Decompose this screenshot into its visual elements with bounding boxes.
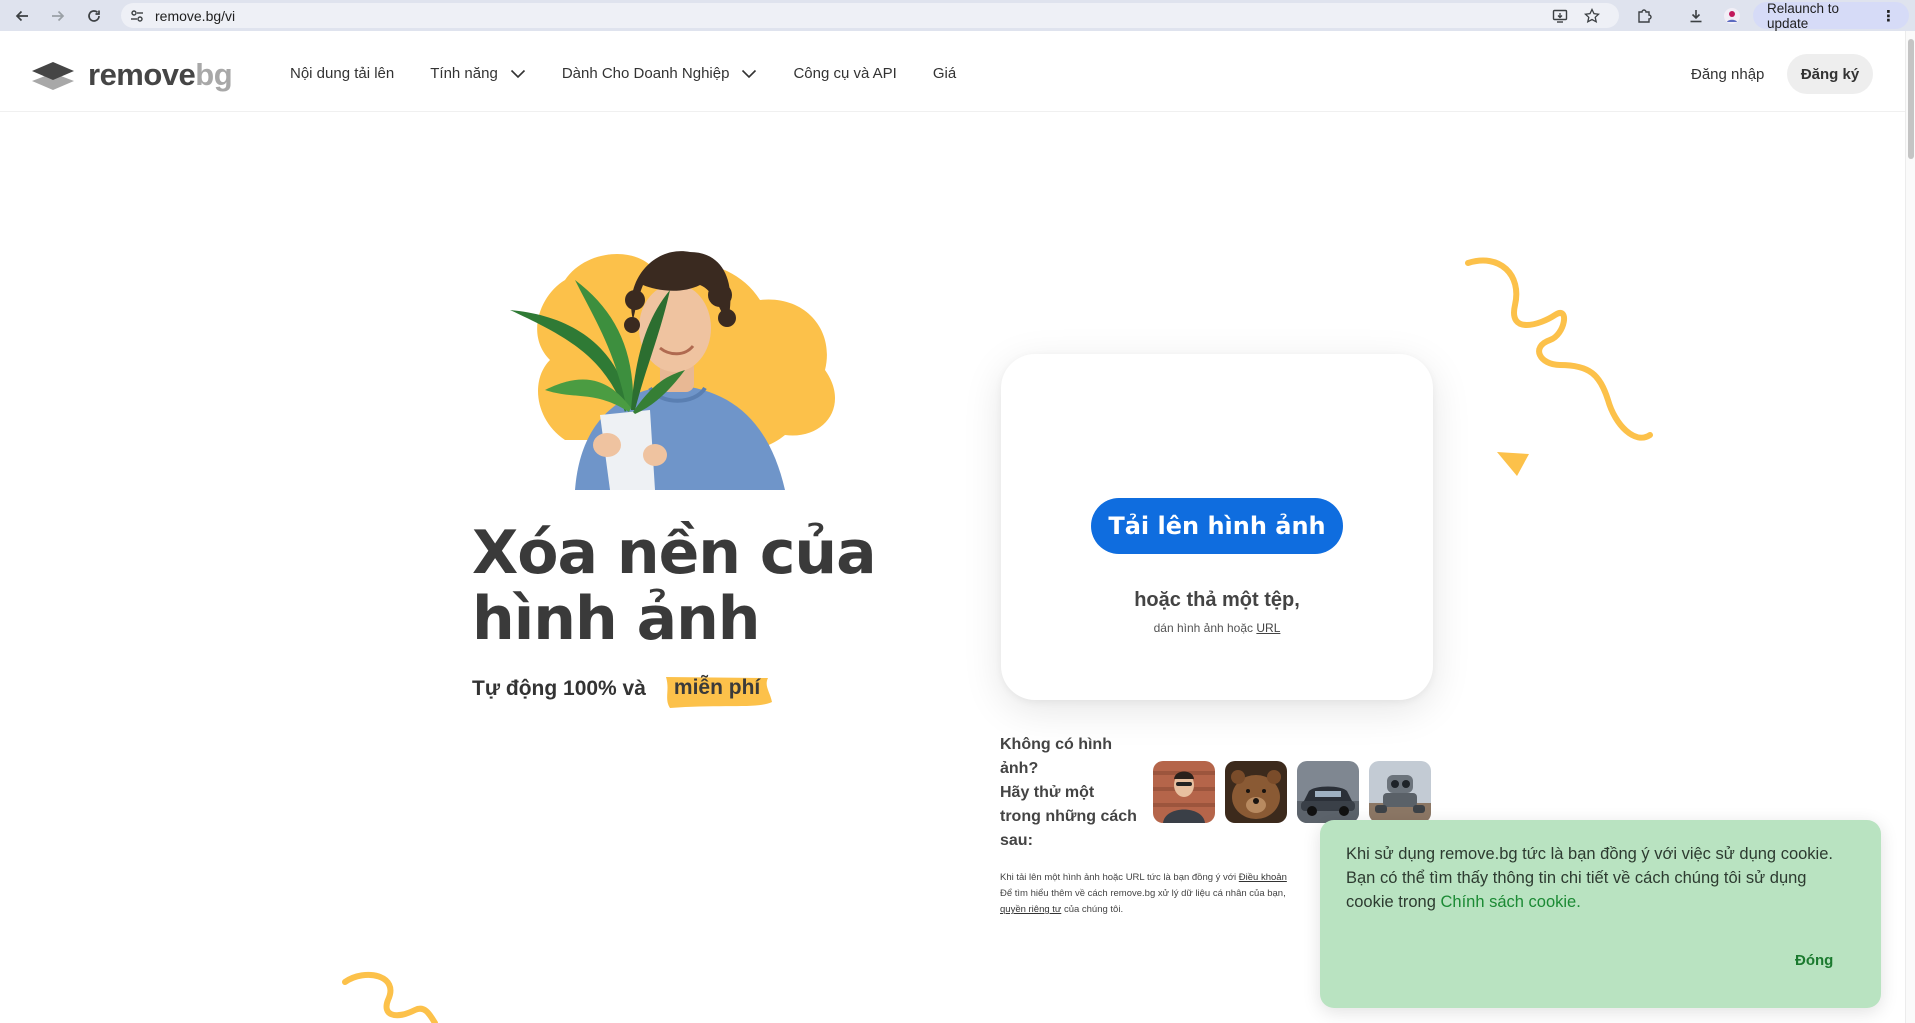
cookie-banner: Khi sử dụng remove.bg tức là bạn đồng ý …	[1320, 820, 1881, 1008]
nav-item-tools-api[interactable]: Công cụ và API	[793, 65, 896, 82]
sample-prompt-line: trong những cách	[1000, 808, 1137, 825]
squiggle-decoration-bottom	[342, 971, 438, 1023]
cookie-close-button[interactable]: Đóng	[1795, 952, 1833, 969]
triangle-decoration	[1497, 452, 1529, 476]
nav-item-label: Giá	[932, 65, 957, 82]
logo-icon	[32, 62, 74, 90]
privacy-link[interactable]: quyền riêng tư	[1000, 904, 1061, 915]
browser-toolbar: remove.bg/vi Relaunch to update ⋮	[0, 0, 1915, 31]
hero-subtitle-text: Tự động 100% và	[472, 677, 646, 700]
signup-button[interactable]: Đăng ký	[1787, 54, 1873, 94]
upload-image-button[interactable]: Tải lên hình ảnh	[1091, 498, 1343, 554]
url-text: remove.bg/vi	[155, 7, 236, 24]
upload-dropzone[interactable]: Tải lên hình ảnh hoặc thả một tệp, dán h…	[1001, 354, 1433, 700]
sample-prompt-line: sau:	[1000, 832, 1033, 849]
sample-prompt-line: Hãy thử một	[1000, 784, 1095, 801]
sample-prompt-line: Không có hình	[1000, 736, 1112, 753]
hero-subtitle: Tự động 100% và miễn phí	[472, 674, 772, 708]
nav-item-pricing[interactable]: Giá	[933, 65, 956, 82]
download-icon[interactable]	[1685, 5, 1707, 27]
site-header: removebg Nội dung tải lên Tính năng Dành…	[0, 31, 1905, 112]
nav-item-uploads[interactable]: Nội dung tải lên	[290, 65, 394, 82]
free-highlight-text: miễn phí	[673, 676, 761, 699]
nav-item-business[interactable]: Dành Cho Doanh Nghiệp	[562, 65, 758, 82]
scroll-thumb[interactable]	[1908, 39, 1914, 159]
site-settings-icon[interactable]	[129, 8, 145, 24]
profile-avatar-icon[interactable]	[1721, 5, 1743, 27]
free-highlight: miễn phí	[660, 674, 772, 708]
sample-prompt-line: ảnh?	[1000, 760, 1039, 777]
extensions-icon[interactable]	[1633, 5, 1655, 27]
page-scrollbar[interactable]	[1905, 31, 1915, 1023]
hero-title: Xóa nền của hình ảnh	[472, 518, 877, 654]
nav-item-features[interactable]: Tính năng	[430, 65, 526, 82]
nav-item-label: Nội dung tải lên	[290, 65, 395, 82]
nav-item-label: Tính năng	[430, 65, 498, 82]
logo[interactable]: removebg	[30, 57, 233, 93]
legal-text: của chúng tôi.	[1063, 904, 1124, 915]
logo-text-main: remove	[88, 57, 196, 92]
legal-text: Để tìm hiểu thêm về cách remove.bg xử lý…	[1000, 888, 1286, 899]
nav-item-label: Công cụ và API	[793, 65, 897, 82]
sample-thumb-bear[interactable]	[1225, 761, 1287, 823]
logo-text-bg: bg	[195, 57, 233, 92]
sample-images	[1153, 761, 1441, 823]
relaunch-button[interactable]: Relaunch to update ⋮	[1753, 0, 1909, 31]
main-nav: Nội dung tải lên Tính năng Dành Cho Doan…	[290, 65, 992, 82]
paste-hint-text: dán hình ảnh hoặc	[1153, 621, 1254, 635]
legal-notice: Khi tải lên một hình ảnh hoặc URL tức là…	[1000, 870, 1340, 918]
install-app-icon[interactable]	[1551, 7, 1569, 25]
chevron-down-icon	[510, 69, 525, 78]
login-link[interactable]: Đăng nhập	[1691, 66, 1764, 83]
address-bar[interactable]: remove.bg/vi	[121, 3, 1619, 28]
paste-url-link[interactable]: URL	[1256, 621, 1280, 635]
cookie-message-text: Khi sử dụng remove.bg tức là bạn đồng ý …	[1346, 845, 1833, 911]
more-menu-icon[interactable]: ⋮	[1881, 7, 1896, 25]
hero-title-line2: hình ảnh	[472, 584, 761, 654]
reload-icon[interactable]	[83, 5, 105, 27]
cookie-policy-link[interactable]: Chính sách cookie.	[1440, 893, 1580, 911]
hero-title-line1: Xóa nền của	[472, 518, 877, 588]
forward-icon[interactable]	[47, 5, 69, 27]
legal-text: Khi tải lên một hình ảnh hoặc URL tức là…	[1000, 872, 1237, 883]
cookie-message: Khi sử dụng remove.bg tức là bạn đồng ý …	[1346, 842, 1856, 914]
sample-prompt: Không có hình ảnh? Hãy thử một trong nhữ…	[1000, 733, 1150, 853]
relaunch-label: Relaunch to update	[1767, 0, 1840, 31]
hero-illustration	[510, 251, 836, 490]
back-icon[interactable]	[11, 5, 33, 27]
nav-item-label: Dành Cho Doanh Nghiệp	[561, 65, 730, 82]
drop-file-text: hoặc thả một tệp,	[1134, 589, 1300, 611]
bookmark-star-icon[interactable]	[1583, 7, 1601, 25]
sample-thumb-car[interactable]	[1297, 761, 1359, 823]
squiggle-decoration	[1465, 257, 1653, 441]
paste-hint: dán hình ảnh hoặc URL	[1001, 621, 1433, 635]
sample-thumb-person[interactable]	[1153, 761, 1215, 823]
logo-wordmark: removebg	[88, 57, 233, 93]
terms-link[interactable]: Điều khoản	[1239, 872, 1287, 883]
chevron-down-icon	[742, 69, 757, 78]
sample-thumb-robot[interactable]	[1369, 761, 1431, 823]
